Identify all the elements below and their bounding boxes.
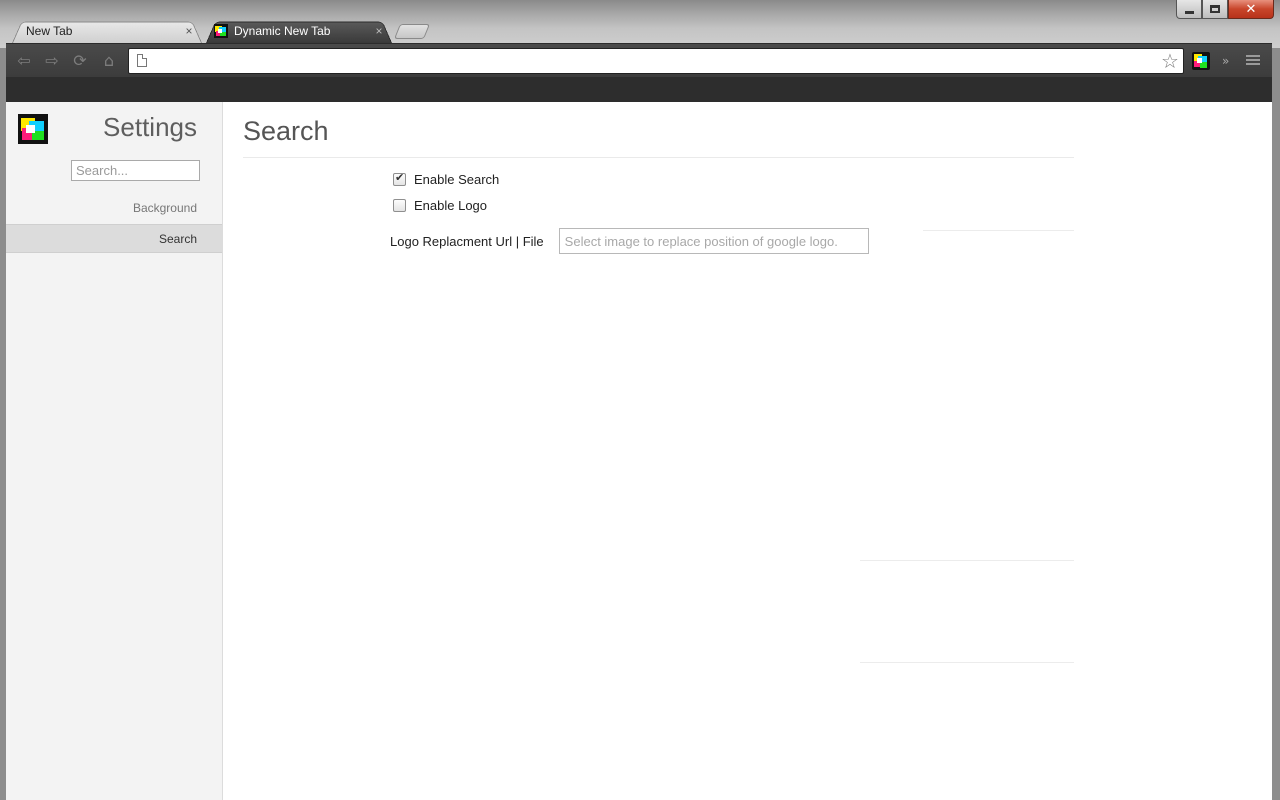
sidebar-item-background[interactable]: Background [6, 194, 222, 223]
divider [923, 230, 1074, 231]
divider [860, 560, 1074, 561]
tab-close-icon[interactable]: × [372, 24, 386, 38]
reload-icon[interactable]: ⟳ [70, 52, 90, 70]
new-tab-button[interactable] [393, 24, 431, 39]
logo-replacement-label: Logo Replacment Url | File [390, 233, 544, 249]
sidebar-title: Settings [103, 112, 197, 142]
maximize-icon [1210, 5, 1220, 13]
enable-search-option[interactable]: Enable Search [393, 171, 500, 187]
tab-title: Dynamic New Tab [234, 24, 331, 38]
tab-new-tab[interactable]: New Tab × [12, 19, 202, 43]
minimize-icon [1184, 10, 1194, 14]
url-input[interactable] [155, 51, 1155, 71]
settings-search-input[interactable] [71, 160, 200, 181]
dynamic-new-tab-favicon-icon [214, 24, 228, 38]
tab-dynamic-new-tab[interactable]: Dynamic New Tab × [206, 19, 392, 43]
title-divider [243, 157, 1074, 158]
enable-logo-label: Enable Logo [414, 198, 488, 213]
maximize-button[interactable] [1202, 0, 1228, 19]
enable-logo-option[interactable]: Enable Logo [393, 198, 487, 213]
window-controls: ✕ [1176, 0, 1274, 19]
sidebar-item-search[interactable]: Search [6, 224, 222, 253]
hamburger-menu-icon[interactable] [1246, 53, 1260, 67]
enable-search-checkbox[interactable] [393, 171, 406, 186]
settings-page: Settings Background Search Search Enable… [6, 102, 1272, 800]
settings-sidebar: Settings Background Search [6, 102, 223, 800]
tab-title: New Tab [26, 24, 73, 38]
page-title: Search [243, 116, 329, 146]
bookmark-strip [6, 77, 1272, 102]
tab-close-icon[interactable]: × [182, 24, 196, 38]
window-border-right [1272, 48, 1280, 800]
bookmark-star-icon[interactable]: ☆ [1159, 50, 1181, 72]
forward-arrow-icon[interactable]: ⇨ [42, 52, 62, 70]
browser-toolbar: ⇦ ⇨ ⟳ ⌂ ☆ » [6, 43, 1272, 77]
main-panel: Search Enable Search Enable Logo Logo Re… [223, 102, 1272, 800]
home-icon[interactable]: ⌂ [99, 52, 119, 70]
back-arrow-icon[interactable]: ⇦ [14, 52, 34, 70]
page-icon [137, 54, 147, 67]
enable-search-label: Enable Search [414, 172, 500, 187]
close-icon: ✕ [1245, 1, 1257, 17]
extension-icon[interactable] [1192, 52, 1210, 70]
address-bar[interactable]: ☆ [128, 48, 1184, 74]
extensions-overflow-icon[interactable]: » [1222, 52, 1236, 70]
minimize-button[interactable] [1176, 0, 1202, 19]
logo-replacement-input[interactable] [558, 228, 869, 254]
app-logo-icon [18, 114, 48, 144]
enable-logo-checkbox[interactable] [393, 199, 406, 212]
logo-replacement-row: Logo Replacment Url | File [390, 228, 869, 254]
close-window-button[interactable]: ✕ [1228, 0, 1274, 19]
divider [860, 662, 1074, 663]
